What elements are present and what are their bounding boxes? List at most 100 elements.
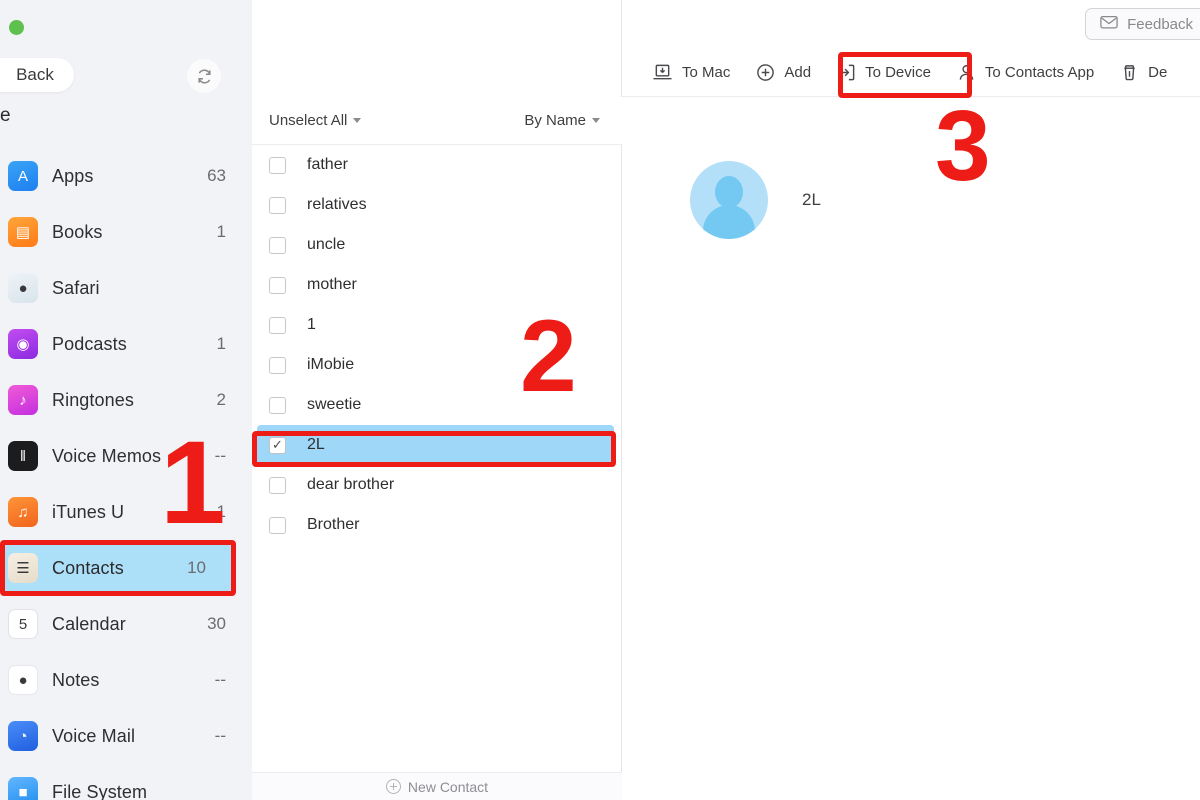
icon-glyph: ‖	[19, 447, 27, 465]
contacts-list-header: Unselect All By Name	[252, 97, 622, 145]
books-icon: ▤	[8, 217, 38, 247]
sidebar-item-label: Books	[52, 221, 103, 242]
itunes-u-icon: ♫	[8, 497, 38, 527]
sidebar-item-count: 1	[216, 334, 226, 353]
contact-name: uncle	[307, 236, 346, 253]
to-mac-label: To Mac	[682, 64, 731, 81]
refresh-icon[interactable]	[187, 59, 221, 93]
delete-label: De	[1148, 64, 1168, 81]
contact-name: father	[307, 156, 348, 173]
to-contacts-app-button[interactable]: To Contacts App	[957, 63, 1094, 82]
sidebar-item-label: File System	[52, 781, 148, 800]
notes-icon: ●	[8, 665, 38, 695]
sidebar-item-count: 2	[216, 390, 226, 409]
sidebar-item-voice-mail[interactable]: ◔ Voice Mail --	[0, 708, 252, 764]
avatar	[690, 161, 768, 239]
icon-glyph: ▤	[15, 223, 31, 241]
icon-glyph: ◉	[16, 335, 30, 353]
list-item[interactable]: Brother	[252, 505, 622, 545]
sidebar-item-label: Ringtones	[52, 389, 134, 410]
to-contacts-app-label: To Contacts App	[984, 64, 1095, 81]
add-button[interactable]: Add	[756, 63, 811, 82]
sidebar-item-label: Voice Mail	[52, 725, 136, 746]
contact-name: 1	[307, 316, 316, 333]
contact-name: dear brother	[307, 476, 395, 493]
sidebar-item-books[interactable]: ▤ Books 1	[0, 204, 252, 260]
list-item[interactable]: uncle	[252, 225, 622, 265]
icon-glyph: 5	[18, 615, 28, 633]
new-contact-button[interactable]: New Contact	[252, 772, 622, 800]
contact-checkbox[interactable]	[269, 276, 286, 294]
device-name: obie	[0, 105, 11, 126]
sidebar-item-label: Podcasts	[52, 333, 127, 354]
sidebar-item-label: Calendar	[52, 613, 126, 634]
envelope-icon	[1100, 15, 1118, 33]
back-button[interactable]: Back	[0, 58, 74, 92]
contact-name: mother	[307, 276, 357, 293]
sidebar-item-podcasts[interactable]: ◉ Podcasts 1	[0, 316, 252, 372]
list-item[interactable]: relatives	[252, 185, 622, 225]
icon-glyph: ■	[18, 783, 28, 800]
imobie-anytrans-window: Back obie A Apps 63 ▤ Books 1 ● Safari ◉ Podcasts…	[0, 0, 1200, 800]
sidebar-item-notes[interactable]: ● Notes --	[0, 652, 252, 708]
apps-icon: A	[8, 161, 38, 191]
sidebar-item-count: --	[214, 670, 226, 689]
add-label: Add	[784, 64, 812, 81]
feedback-button[interactable]: Feedback	[1085, 8, 1200, 40]
to-mac-icon	[652, 63, 673, 82]
delete-button[interactable]: De	[1120, 63, 1167, 82]
contact-checkbox[interactable]	[269, 236, 286, 254]
to-mac-button[interactable]: To Mac	[652, 63, 730, 82]
sidebar-item-apps[interactable]: A Apps 63	[0, 148, 252, 204]
annotation-step-3: 3	[935, 90, 991, 202]
chevron-down-icon	[353, 118, 362, 123]
sidebar-item-count: --	[214, 726, 226, 745]
contact-detail-name: 2L	[802, 190, 821, 209]
chevron-down-icon	[592, 118, 600, 123]
podcasts-icon: ◉	[8, 329, 38, 359]
annotation-step-2: 2	[520, 299, 577, 413]
contact-name: iMobie	[307, 356, 355, 373]
ringtones-icon: ♪	[8, 385, 38, 415]
contact-checkbox[interactable]	[269, 156, 286, 174]
file-system-icon: ■	[8, 777, 38, 800]
icon-glyph: ♫	[17, 503, 29, 521]
sidebar-item-count: 1	[216, 222, 226, 241]
sort-label: By Name	[524, 112, 586, 129]
contact-checkbox[interactable]	[269, 516, 286, 534]
contact-checkbox[interactable]	[269, 356, 286, 374]
contact-checkbox[interactable]	[269, 476, 286, 494]
list-item[interactable]: dear brother	[252, 465, 622, 505]
annotation-box-selected-contact	[252, 431, 616, 467]
sidebar-item-file-system[interactable]: ■ File System	[0, 764, 252, 800]
unselect-all-label: Unselect All	[269, 112, 348, 129]
unselect-all-dropdown[interactable]: Unselect All	[269, 112, 362, 129]
annotation-step-1: 1	[160, 417, 226, 549]
list-item[interactable]: father	[252, 145, 622, 185]
plus-circle-icon	[385, 779, 401, 794]
sidebar-item-safari[interactable]: ● Safari	[0, 260, 252, 316]
voice-mail-icon: ◔	[8, 721, 38, 751]
icon-glyph: ●	[18, 279, 28, 297]
contact-name: Brother	[307, 516, 360, 533]
trash-icon	[1120, 63, 1139, 82]
avatar-head-shape	[715, 176, 743, 208]
feedback-label: Feedback	[1127, 15, 1193, 33]
new-contact-label: New Contact	[407, 778, 489, 795]
voice-memos-icon: ‖	[8, 441, 38, 471]
sidebar: Back obie A Apps 63 ▤ Books 1 ● Safari ◉ Podcasts…	[0, 0, 252, 800]
contact-detail-pane: 2L	[622, 97, 1200, 800]
contact-checkbox[interactable]	[269, 316, 286, 334]
sort-dropdown[interactable]: By Name	[524, 112, 600, 129]
contact-checkbox[interactable]	[269, 196, 286, 214]
contact-name: relatives	[307, 196, 367, 213]
sidebar-item-count: 30	[207, 614, 226, 633]
sidebar-item-calendar[interactable]: 5 Calendar 30	[0, 596, 252, 652]
icon-glyph: ◔	[18, 727, 28, 745]
icon-glyph: ●	[18, 671, 28, 689]
icon-glyph: ♪	[19, 391, 27, 409]
maximize-button[interactable]	[9, 20, 24, 35]
contact-checkbox[interactable]	[269, 396, 286, 414]
contact-name: sweetie	[307, 396, 362, 413]
avatar-body-shape	[703, 205, 755, 239]
